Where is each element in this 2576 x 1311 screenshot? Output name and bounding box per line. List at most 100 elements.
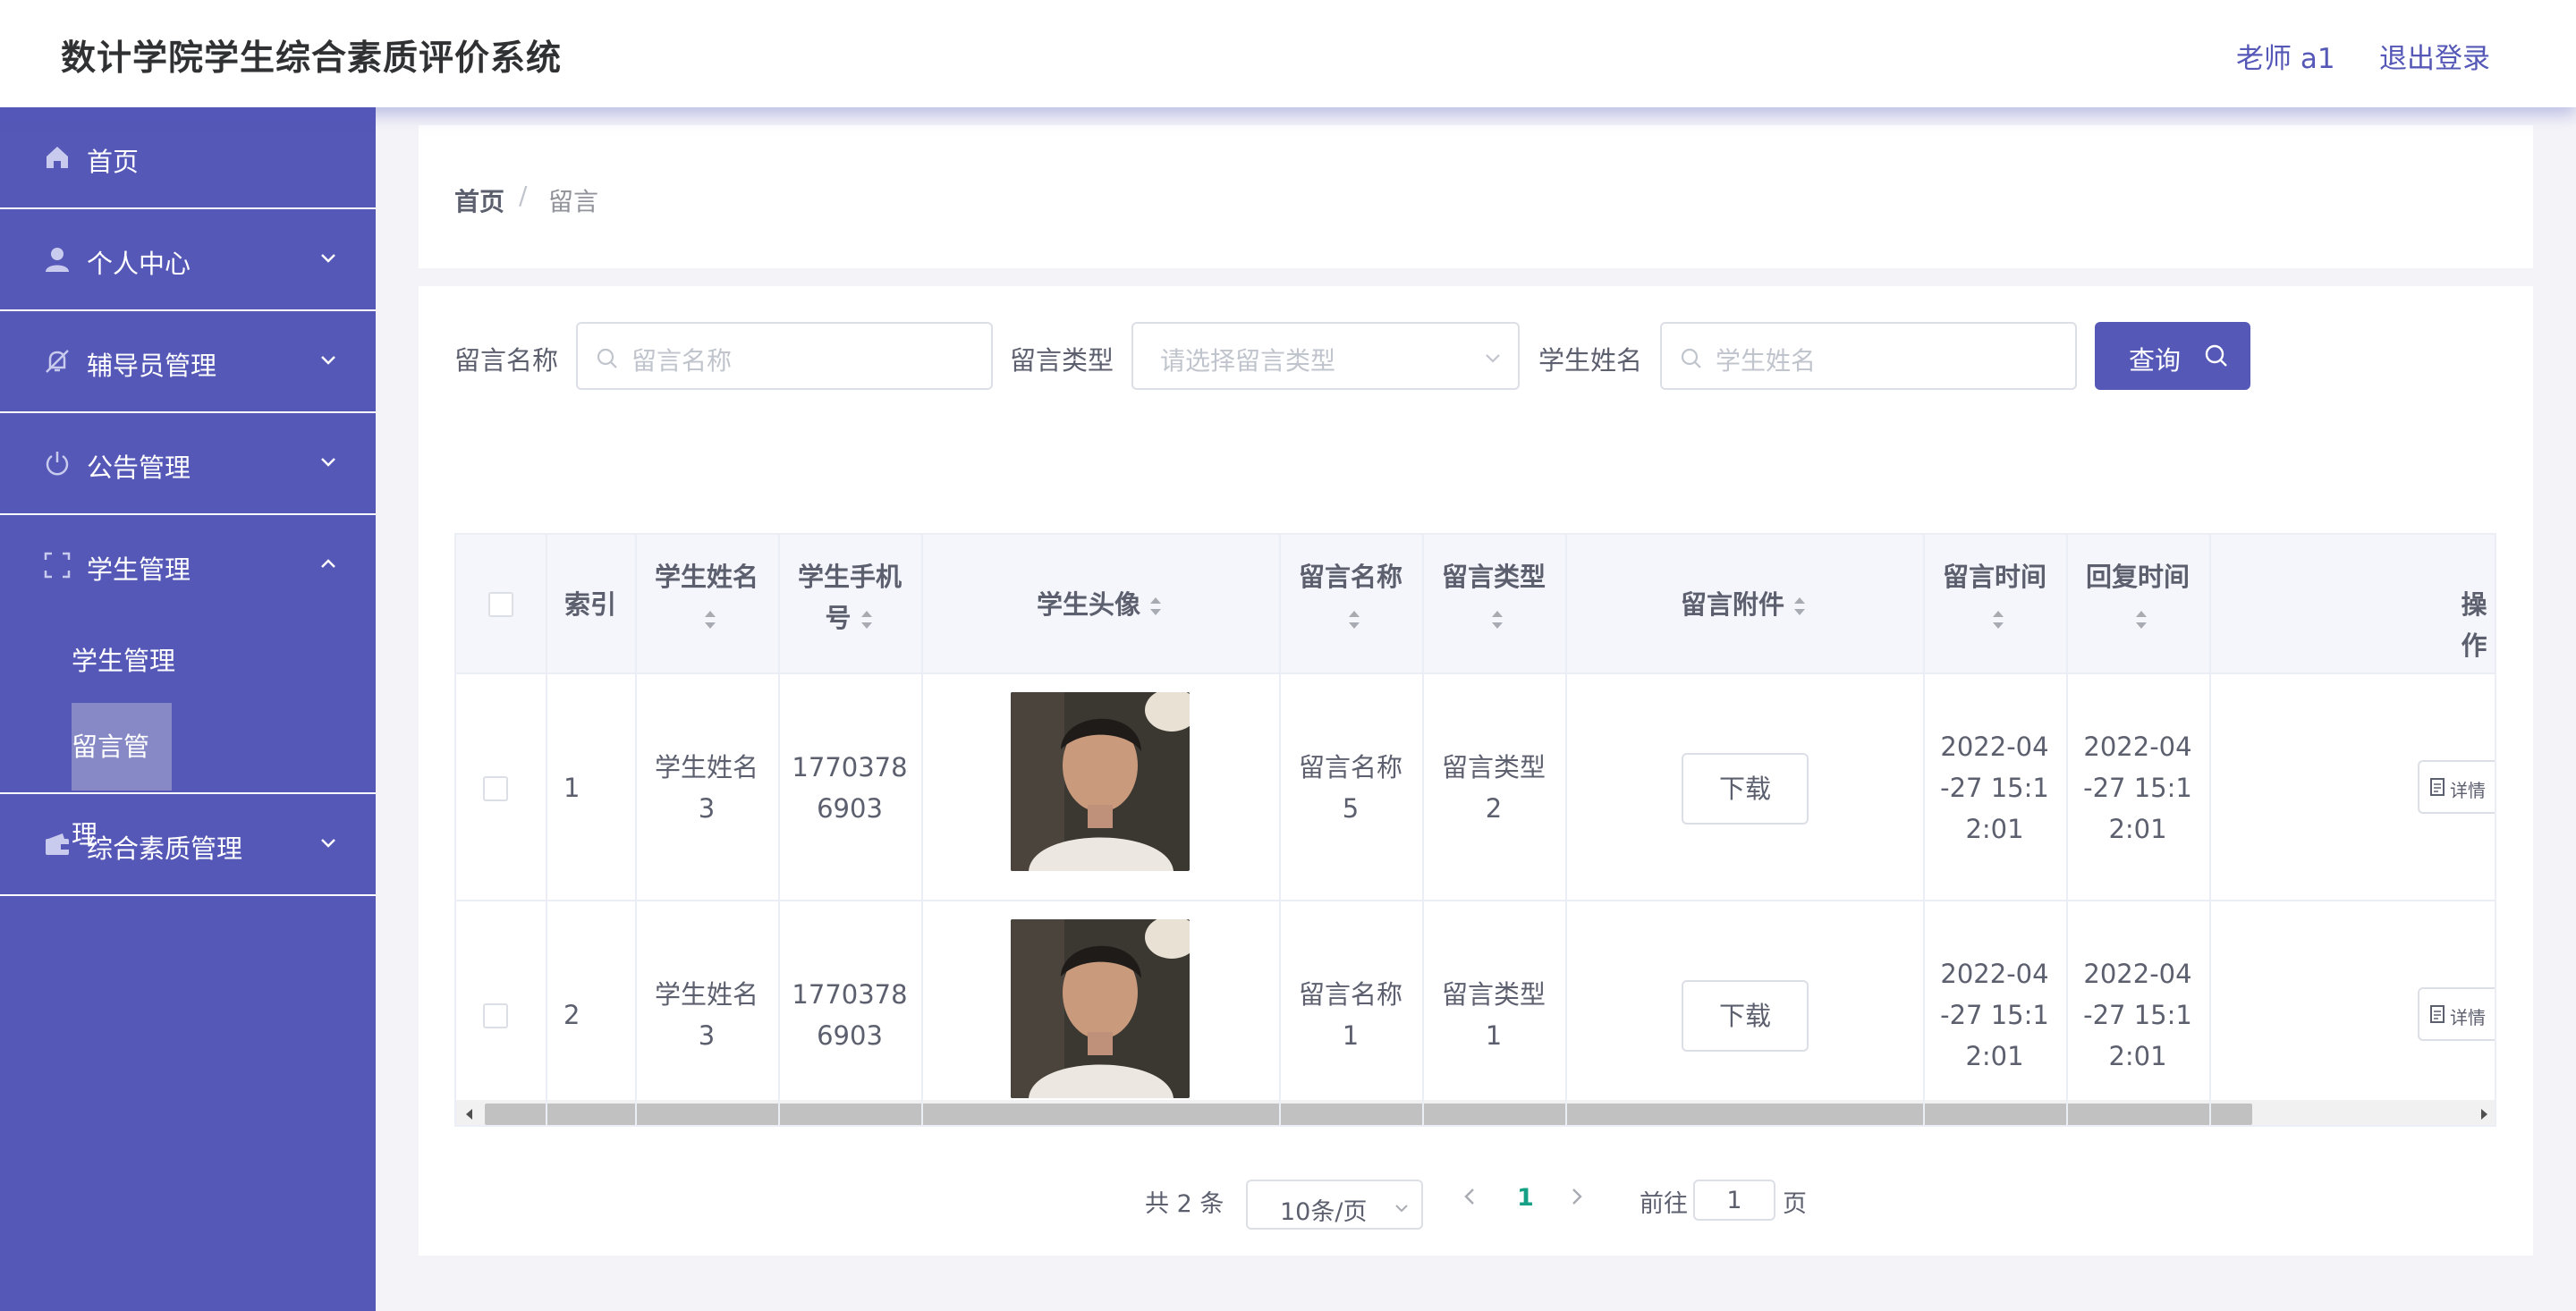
cell-line: 留言类型 bbox=[1441, 979, 1546, 1010]
scroll-left-icon[interactable] bbox=[463, 1107, 476, 1121]
download-button[interactable]: 下载 bbox=[1682, 753, 1809, 825]
home-icon bbox=[47, 147, 68, 168]
search-icon bbox=[1681, 348, 1701, 368]
sort-icon bbox=[1150, 597, 1161, 615]
column-header-message-time[interactable]: 留言时间 bbox=[1923, 556, 2066, 639]
cell-line: 2:01 bbox=[2108, 814, 2167, 844]
column-divider bbox=[1565, 535, 1567, 1125]
message-name-input[interactable]: 留言名称 bbox=[576, 322, 993, 390]
cell-line: 学生姓名 bbox=[654, 752, 758, 782]
column-header-label: 留言时间 bbox=[1942, 562, 2046, 592]
query-button[interactable]: 查询 bbox=[2095, 322, 2250, 390]
column-header-avatar[interactable]: 学生头像 bbox=[921, 584, 1279, 625]
sidebar: 首页 个人中心 辅导员管理 公告管理 学生管理 学生管理 留言管理 综合素质管理 bbox=[0, 107, 376, 1311]
select-all-checkbox[interactable] bbox=[488, 592, 513, 617]
submenu-item-student-manage[interactable]: 学生管理 bbox=[72, 640, 175, 678]
cell-line: -27 15:1 bbox=[1940, 1000, 2049, 1030]
row-checkbox[interactable] bbox=[483, 776, 508, 801]
cell-index: 2 bbox=[564, 1000, 580, 1030]
sidebar-item-home[interactable]: 首页 bbox=[0, 107, 376, 209]
goto-label: 前往 bbox=[1640, 1190, 1688, 1218]
page-size-select[interactable]: 10条/页 bbox=[1246, 1180, 1423, 1230]
app-title: 数计学院学生综合素质评价系统 bbox=[61, 38, 563, 79]
cell-line: 1770378 bbox=[792, 979, 908, 1010]
student-name-input[interactable]: 学生姓名 bbox=[1660, 322, 2077, 390]
submenu-item-message-manage[interactable]: 留言管理 bbox=[72, 703, 172, 850]
sidebar-item-personal[interactable]: 个人中心 bbox=[0, 209, 376, 311]
sidebar-item-label: 学生管理 bbox=[87, 554, 191, 585]
logout-link[interactable]: 退出登录 bbox=[2379, 36, 2490, 76]
column-header-phone[interactable]: 学生手机 号 bbox=[778, 556, 921, 639]
sidebar-item-label: 辅导员管理 bbox=[87, 351, 217, 381]
column-header-message-name[interactable]: 留言名称 bbox=[1279, 556, 1422, 639]
cell-line: 5 bbox=[1342, 793, 1360, 824]
search-icon bbox=[597, 348, 617, 368]
cell-line: 3 bbox=[698, 793, 716, 824]
scroll-right-icon[interactable] bbox=[2478, 1107, 2490, 1121]
breadcrumb-home[interactable]: 首页 bbox=[454, 182, 504, 218]
column-header-student-name[interactable]: 学生姓名 bbox=[635, 556, 778, 639]
sort-icon bbox=[1794, 597, 1805, 615]
horizontal-scrollbar[interactable] bbox=[456, 1100, 2495, 1125]
page-size-value: 10条/页 bbox=[1280, 1198, 1368, 1226]
sort-icon bbox=[705, 611, 716, 629]
sort-icon bbox=[2136, 611, 2147, 629]
breadcrumb-current: 留言 bbox=[548, 187, 599, 216]
document-icon bbox=[2430, 1005, 2445, 1023]
user-icon bbox=[46, 248, 69, 272]
student-avatar bbox=[1011, 919, 1190, 1098]
column-header-label: 学生手机 bbox=[797, 562, 902, 592]
row-checkbox[interactable] bbox=[483, 1003, 508, 1028]
column-divider bbox=[1422, 535, 1424, 1125]
goto-page-input[interactable]: 1 bbox=[1693, 1180, 1775, 1221]
cell-message-time: 2022-04 -27 15:1 2:01 bbox=[1923, 726, 2066, 850]
sort-icon bbox=[1492, 611, 1503, 629]
input-placeholder: 留言名称 bbox=[631, 346, 733, 376]
cell-line: 留言名称 bbox=[1298, 752, 1402, 782]
detail-button[interactable]: 详情 bbox=[2418, 760, 2495, 814]
sidebar-item-notice[interactable]: 公告管理 bbox=[0, 413, 376, 515]
search-icon bbox=[2205, 344, 2227, 367]
column-header-index: 索引 bbox=[564, 589, 616, 620]
download-button[interactable]: 下载 bbox=[1682, 980, 1809, 1052]
column-header-reply-time[interactable]: 回复时间 bbox=[2066, 556, 2209, 639]
sidebar-item-counselor[interactable]: 辅导员管理 bbox=[0, 311, 376, 413]
chevron-down-icon bbox=[1395, 1205, 1408, 1213]
page-number-current[interactable]: 1 bbox=[1517, 1184, 1534, 1212]
column-header-label: 学生头像 bbox=[1036, 589, 1140, 620]
message-table: 索引 学生姓名 学生手机 号 学生头像 留言名称 留言类型 留言附件 留言时间 … bbox=[454, 533, 2496, 1127]
message-type-select[interactable]: 请选择留言类型 bbox=[1131, 322, 1520, 390]
sidebar-item-student[interactable]: 学生管理 学生管理 留言管理 bbox=[0, 515, 376, 850]
cell-phone: 1770378 6903 bbox=[778, 974, 921, 1056]
column-divider bbox=[635, 535, 637, 1125]
cell-line: 2:01 bbox=[2108, 1041, 2167, 1071]
cell-line: -27 15:1 bbox=[1940, 773, 2049, 803]
pagination-total: 共 2 条 bbox=[1145, 1190, 1224, 1218]
scrollbar-thumb[interactable] bbox=[485, 1104, 2252, 1125]
document-icon bbox=[2430, 778, 2445, 796]
cell-line: 6903 bbox=[817, 793, 883, 824]
cell-reply-time: 2022-04 -27 15:1 2:01 bbox=[2066, 953, 2209, 1077]
column-header-attachment[interactable]: 留言附件 bbox=[1565, 584, 1923, 625]
chevron-down-icon bbox=[321, 458, 335, 467]
sidebar-item-quality[interactable]: 综合素质管理 bbox=[0, 794, 376, 896]
column-header-actions: 操作 bbox=[2461, 589, 2487, 661]
column-divider bbox=[921, 535, 923, 1125]
cell-line: 1770378 bbox=[792, 752, 908, 782]
column-header-label: 留言名称 bbox=[1298, 562, 1402, 592]
cell-line: -27 15:1 bbox=[2083, 1000, 2192, 1030]
column-header-message-type[interactable]: 留言类型 bbox=[1422, 556, 1565, 639]
power-icon bbox=[46, 452, 69, 476]
next-page-icon[interactable] bbox=[1567, 1186, 1587, 1207]
cell-line: 3 bbox=[698, 1020, 716, 1051]
prev-page-icon[interactable] bbox=[1460, 1186, 1479, 1207]
cell-phone: 1770378 6903 bbox=[778, 747, 921, 829]
sort-icon bbox=[860, 611, 872, 629]
detail-button[interactable]: 详情 bbox=[2418, 987, 2495, 1041]
filter-label-name: 留言名称 bbox=[454, 345, 559, 376]
cell-line: 学生姓名 bbox=[654, 979, 758, 1010]
cell-index: 1 bbox=[564, 773, 580, 803]
cell-message-type: 留言类型 2 bbox=[1422, 747, 1565, 829]
cell-line: 6903 bbox=[817, 1020, 883, 1051]
cell-line: 2022-04 bbox=[1940, 732, 2049, 762]
